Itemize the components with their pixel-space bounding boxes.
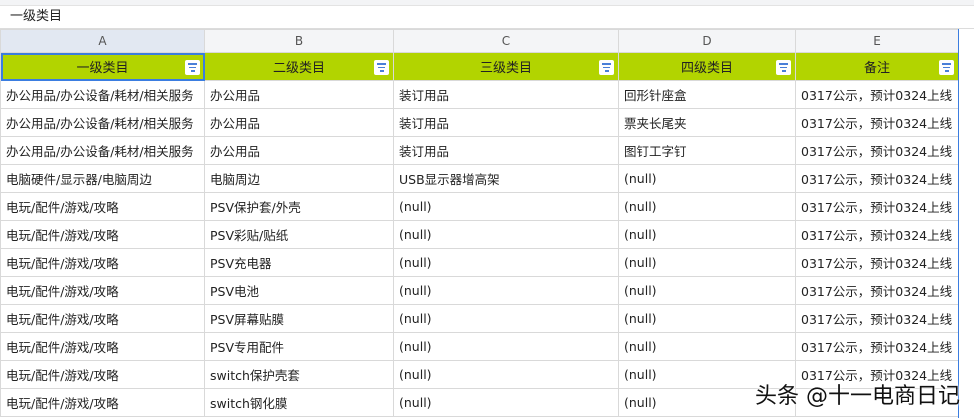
filter-icon[interactable] xyxy=(185,60,200,75)
table-cell[interactable]: (null) xyxy=(618,304,796,333)
table-cell[interactable]: 电脑硬件/显示器/电脑周边 xyxy=(0,164,205,193)
header-label: 备注 xyxy=(863,61,890,76)
table-cell[interactable]: (null) xyxy=(618,192,796,221)
table-cell[interactable]: (null) xyxy=(393,360,619,389)
formula-bar[interactable]: 一级类目 xyxy=(0,6,974,29)
table-cell[interactable]: 办公用品 xyxy=(204,108,394,137)
table-cell[interactable]: 0317公示，预计0324上线 xyxy=(795,276,959,305)
table-row: 办公用品/办公设备/耗材/相关服务 办公用品 装订用品 回形针座盒 0317公示，预计0… xyxy=(0,80,959,109)
table-cell[interactable]: PSV屏幕贴膜 xyxy=(204,304,394,333)
table-cell[interactable]: 票夹长尾夹 xyxy=(618,108,796,137)
table-row: 办公用品/办公设备/耗材/相关服务 办公用品 装订用品 图钉工字钉 0317公示，预计0… xyxy=(0,136,959,165)
column-header-c[interactable]: C xyxy=(393,29,619,53)
table-cell[interactable]: 电玩/配件/游戏/攻略 xyxy=(0,360,205,389)
header-cell[interactable]: 备注 xyxy=(795,52,959,81)
table-cell[interactable]: 0317公示，预计0324上线 xyxy=(795,304,959,333)
table-cell[interactable]: (null) xyxy=(618,332,796,361)
table-cell[interactable]: 0317公示，预计0324上线 xyxy=(795,332,959,361)
table-cell[interactable]: (null) xyxy=(393,220,619,249)
column-header-b[interactable]: B xyxy=(204,29,394,53)
table-cell[interactable]: (null) xyxy=(393,192,619,221)
table-cell[interactable]: (null) xyxy=(618,164,796,193)
table-cell[interactable]: 电玩/配件/游戏/攻略 xyxy=(0,220,205,249)
table-cell[interactable]: (null) xyxy=(618,276,796,305)
table-cell[interactable]: 装订用品 xyxy=(393,108,619,137)
table-cell[interactable]: PSV彩贴/贴纸 xyxy=(204,220,394,249)
table-cell[interactable]: 0317公示，预计0324上线 xyxy=(795,248,959,277)
table-cell[interactable]: 装订用品 xyxy=(393,80,619,109)
table-row: 电玩/配件/游戏/攻略 PSV充电器 (null) (null) 0317公示，预计03… xyxy=(0,248,959,277)
table-cell[interactable]: USB显示器增高架 xyxy=(393,164,619,193)
table-cell[interactable]: switch钢化膜 xyxy=(204,388,394,417)
table-cell[interactable]: (null) xyxy=(393,304,619,333)
header-label: 四级类目 xyxy=(680,61,733,76)
table-cell[interactable]: 办公用品 xyxy=(204,136,394,165)
table-cell[interactable]: 电玩/配件/游戏/攻略 xyxy=(0,248,205,277)
column-header-e[interactable]: E xyxy=(795,29,959,53)
filter-icon[interactable] xyxy=(939,60,954,75)
header-cell[interactable]: 二级类目 xyxy=(204,52,394,81)
table-cell[interactable]: (null) xyxy=(618,220,796,249)
table-cell[interactable]: 0317公示，预计0324上线 xyxy=(795,80,959,109)
table-cell[interactable]: 电玩/配件/游戏/攻略 xyxy=(0,304,205,333)
column-header-d[interactable]: D xyxy=(618,29,796,53)
table-row: 电玩/配件/游戏/攻略 PSV彩贴/贴纸 (null) (null) 0317公示，预计… xyxy=(0,220,959,249)
table-cell[interactable]: (null) xyxy=(393,332,619,361)
filter-icon[interactable] xyxy=(599,60,614,75)
table-row: 电玩/配件/游戏/攻略 PSV专用配件 (null) (null) 0317公示，预计0… xyxy=(0,332,959,361)
header-cell[interactable]: 四级类目 xyxy=(618,52,796,81)
table-cell[interactable]: PSV充电器 xyxy=(204,248,394,277)
table-cell[interactable]: 回形针座盒 xyxy=(618,80,796,109)
table-cell[interactable]: PSV保护套/外壳 xyxy=(204,192,394,221)
filter-icon[interactable] xyxy=(374,60,389,75)
table-cell[interactable]: 电玩/配件/游戏/攻略 xyxy=(0,332,205,361)
table-cell[interactable]: 办公用品/办公设备/耗材/相关服务 xyxy=(0,136,205,165)
table-row: 电玩/配件/游戏/攻略 PSV保护套/外壳 (null) (null) 0317公示，预… xyxy=(0,192,959,221)
table-cell[interactable]: (null) xyxy=(393,248,619,277)
table-cell[interactable]: 装订用品 xyxy=(393,136,619,165)
table-cell[interactable]: 电脑周边 xyxy=(204,164,394,193)
header-cell[interactable]: 一级类目 xyxy=(0,52,205,81)
table-cell[interactable]: 图钉工字钉 xyxy=(618,136,796,165)
table-cell[interactable]: (null) xyxy=(393,276,619,305)
column-header-a[interactable]: A xyxy=(0,29,205,53)
table-cell[interactable]: 电玩/配件/游戏/攻略 xyxy=(0,388,205,417)
table-cell[interactable]: 办公用品 xyxy=(204,80,394,109)
header-label: 三级类目 xyxy=(479,61,532,76)
table-cell[interactable]: 0317公示，预计0324上线 xyxy=(795,136,959,165)
filter-icon[interactable] xyxy=(776,60,791,75)
header-label: 二级类目 xyxy=(272,61,325,76)
table-cell[interactable]: 0317公示，预计0324上线 xyxy=(795,108,959,137)
table-cell[interactable]: PSV专用配件 xyxy=(204,332,394,361)
spreadsheet-grid: ABCDE 一级类目 二级类目 三级类目 四级类目 备注 办公用品/办公设备/耗材/相关… xyxy=(0,29,959,417)
table-cell[interactable]: PSV电池 xyxy=(204,276,394,305)
header-label: 一级类目 xyxy=(76,61,129,76)
selection-border xyxy=(958,29,959,418)
table-row: 电脑硬件/显示器/电脑周边 电脑周边 USB显示器增高架 (null) 0317公示，预… xyxy=(0,164,959,193)
table-cell[interactable]: 电玩/配件/游戏/攻略 xyxy=(0,276,205,305)
table-row: 电玩/配件/游戏/攻略 PSV屏幕贴膜 (null) (null) 0317公示，预计0… xyxy=(0,304,959,333)
table-cell[interactable]: 办公用品/办公设备/耗材/相关服务 xyxy=(0,108,205,137)
table-row: 电玩/配件/游戏/攻略 PSV电池 (null) (null) 0317公示，预计032… xyxy=(0,276,959,305)
table-cell[interactable]: (null) xyxy=(393,388,619,417)
table-cell[interactable]: 办公用品/办公设备/耗材/相关服务 xyxy=(0,80,205,109)
table-cell[interactable]: 电玩/配件/游戏/攻略 xyxy=(0,192,205,221)
table-cell[interactable]: switch保护壳套 xyxy=(204,360,394,389)
table-cell[interactable]: 0317公示，预计0324上线 xyxy=(795,192,959,221)
table-row: 办公用品/办公设备/耗材/相关服务 办公用品 装订用品 票夹长尾夹 0317公示，预计0… xyxy=(0,108,959,137)
table-cell[interactable]: 0317公示，预计0324上线 xyxy=(795,220,959,249)
table-cell[interactable]: (null) xyxy=(618,248,796,277)
header-cell[interactable]: 三级类目 xyxy=(393,52,619,81)
watermark: 头条 @十一电商日记 xyxy=(755,384,960,409)
table-cell[interactable]: 0317公示，预计0324上线 xyxy=(795,164,959,193)
